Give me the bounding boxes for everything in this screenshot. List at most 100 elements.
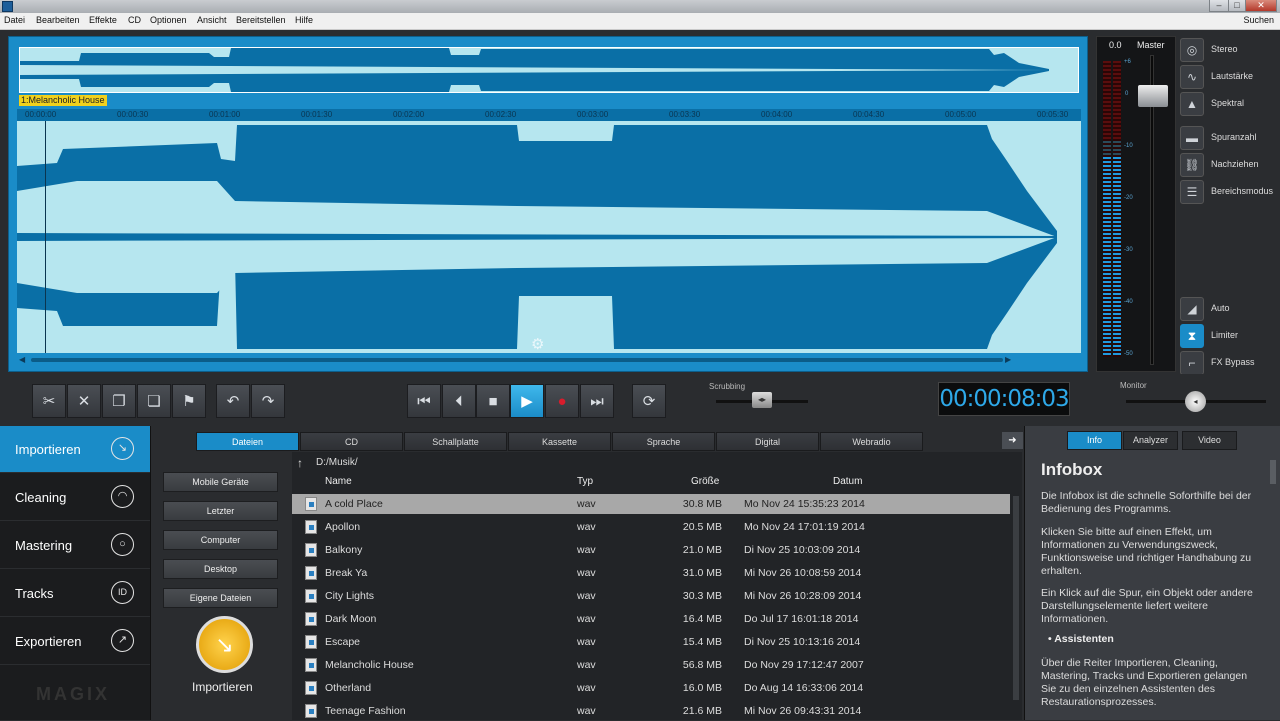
file-row[interactable]: City Lights wav 30.3 MB Mi Nov 26 10:28:09 … [292,586,1010,606]
marker-button[interactable]: ⚑ [172,384,206,418]
delete-button[interactable]: ✕ [67,384,101,418]
play-button[interactable]: ▶ [510,384,544,418]
waveform-display[interactable] [17,121,1081,353]
nav-tracks[interactable]: Tracks ID [0,570,150,617]
meter-segment [1113,241,1121,243]
scroll-right-icon[interactable]: ▶ [1005,355,1011,364]
playhead[interactable] [45,121,46,353]
menu-effekte[interactable]: Effekte [89,15,117,25]
spectral-button[interactable]: ▲ [1180,92,1204,116]
info-scrollbar[interactable] [1270,460,1276,484]
file-row[interactable]: Melancholic House wav 56.8 MB Do Nov 29 17:… [292,655,1010,675]
menu-hilfe[interactable]: Hilfe [295,15,313,25]
menu-cd[interactable]: CD [128,15,141,25]
nav-exportieren[interactable]: Exportieren ↗ [0,618,150,665]
monitor-knob[interactable]: ◂ [1185,391,1206,412]
file-row[interactable]: Apollon wav 20.5 MB Mo Nov 24 17:01:19 2014 [292,517,1010,537]
tab-cd[interactable]: CD [300,432,403,451]
redo-button[interactable]: ↷ [251,384,285,418]
arrow-right-icon[interactable]: ➜ [1002,432,1023,449]
meter-segment [1103,77,1111,79]
file-row[interactable]: Teenage Fashion wav 21.6 MB Mi Nov 26 09:43… [292,701,1010,721]
meter-segment [1103,317,1111,319]
source-computer[interactable]: Computer [163,530,278,550]
meter-segment [1103,333,1111,335]
maximize-icon[interactable]: □ [1228,0,1246,12]
stop-button[interactable]: ■ [476,384,510,418]
scrubbing-knob[interactable]: ◂▸ [752,392,772,408]
audio-file-icon [305,658,317,672]
tab-digital[interactable]: Digital [716,432,819,451]
track-label[interactable]: 1:Melancholic House [19,95,107,106]
meter-segment [1113,117,1121,119]
scroll-thumb[interactable] [31,358,1003,362]
go-to-end-button[interactable]: ⏭ [580,384,614,418]
go-to-start-button[interactable]: ⏮ [407,384,441,418]
source-my-files[interactable]: Eigene Dateien [163,588,278,608]
horizontal-scrollbar[interactable]: ◀ ▶ [17,355,1081,365]
tab-info[interactable]: Info [1067,431,1122,450]
meter-segment [1113,309,1121,311]
menu-bereitstellen[interactable]: Bereitstellen [236,15,286,25]
rewind-button[interactable]: ⏴ [442,384,476,418]
minimize-icon[interactable]: – [1209,0,1229,12]
tab-analyzer[interactable]: Analyzer [1123,431,1178,450]
tab-webradio[interactable]: Webradio [820,432,923,451]
file-list-scrollbar[interactable] [1013,496,1019,700]
waveform-editor[interactable]: 1:Melancholic House 00:00:00 00:00:30 00… [8,36,1088,372]
folder-up-icon[interactable]: ↑ [297,454,303,472]
file-row[interactable]: A cold Place wav 30.8 MB Mo Nov 24 15:35:23… [292,494,1010,514]
overview-waveform[interactable] [19,47,1079,93]
volume-button[interactable]: ∿ [1180,65,1204,89]
file-row[interactable]: Break Ya wav 31.0 MB Mi Nov 26 10:08:59 201… [292,563,1010,583]
gear-icon[interactable]: ⚙ [531,335,544,353]
nav-importieren[interactable]: Importieren ↘ [0,426,150,473]
timeline-ruler[interactable]: 00:00:00 00:00:30 00:01:00 00:01:30 00:0… [17,109,1081,121]
tab-kassette[interactable]: Kassette [508,432,611,451]
limiter-button[interactable]: ⧗ [1180,324,1204,348]
col-date[interactable]: Datum [833,476,862,487]
tab-schallplatte[interactable]: Schallplatte [404,432,507,451]
stereo-button[interactable]: ◎ [1180,38,1204,62]
tab-dateien[interactable]: Dateien [196,432,299,451]
nav-mastering[interactable]: Mastering ○ [0,522,150,569]
range-mode-button[interactable]: ☰ [1180,180,1204,204]
follow-button[interactable]: ⛓ [1180,153,1204,177]
menu-bearbeiten[interactable]: Bearbeiten [36,15,80,25]
record-button[interactable]: ● [545,384,579,418]
scroll-left-icon[interactable]: ◀ [19,355,25,364]
source-desktop[interactable]: Desktop [163,559,278,579]
undo-button[interactable]: ↶ [216,384,250,418]
source-recent[interactable]: Letzter [163,501,278,521]
col-type[interactable]: Typ [577,476,593,487]
master-fader[interactable] [1138,55,1168,365]
menu-ansicht[interactable]: Ansicht [197,15,227,25]
cut-button[interactable]: ✂ [32,384,66,418]
track-count-button[interactable]: ▬ [1180,126,1204,150]
close-icon[interactable]: ✕ [1245,0,1277,12]
menu-optionen[interactable]: Optionen [150,15,187,25]
paste-button[interactable]: ❏ [137,384,171,418]
meter-segment [1113,145,1121,147]
file-row[interactable]: Balkony wav 21.0 MB Di Nov 25 10:03:09 2014 [292,540,1010,560]
file-row[interactable]: Escape wav 15.4 MB Di Nov 25 10:13:16 2014 [292,632,1010,652]
tab-sprache[interactable]: Sprache [612,432,715,451]
fader-knob[interactable] [1138,85,1168,107]
copy-button[interactable]: ❐ [102,384,136,418]
source-mobile-devices[interactable]: Mobile Geräte [163,472,278,492]
auto-button[interactable]: ◢ [1180,297,1204,321]
overview-viewport[interactable] [19,47,1079,93]
audio-file-icon [305,497,317,511]
file-row[interactable]: Dark Moon wav 16.4 MB Do Jul 17 16:01:18 20… [292,609,1010,629]
file-row[interactable]: Otherland wav 16.0 MB Do Aug 14 16:33:06 20… [292,678,1010,698]
nav-cleaning[interactable]: Cleaning ◠ [0,474,150,521]
loop-button[interactable]: ⟳ [632,384,666,418]
nav-label: Tracks [15,586,54,601]
col-name[interactable]: Name [325,476,352,487]
col-size[interactable]: Größe [691,476,719,487]
menu-datei[interactable]: Datei [4,15,25,25]
tab-video[interactable]: Video [1182,431,1237,450]
import-button[interactable]: ↘ [196,616,253,673]
search-button[interactable]: Suchen [1243,15,1274,25]
fx-bypass-button[interactable]: ⌐ [1180,351,1204,375]
